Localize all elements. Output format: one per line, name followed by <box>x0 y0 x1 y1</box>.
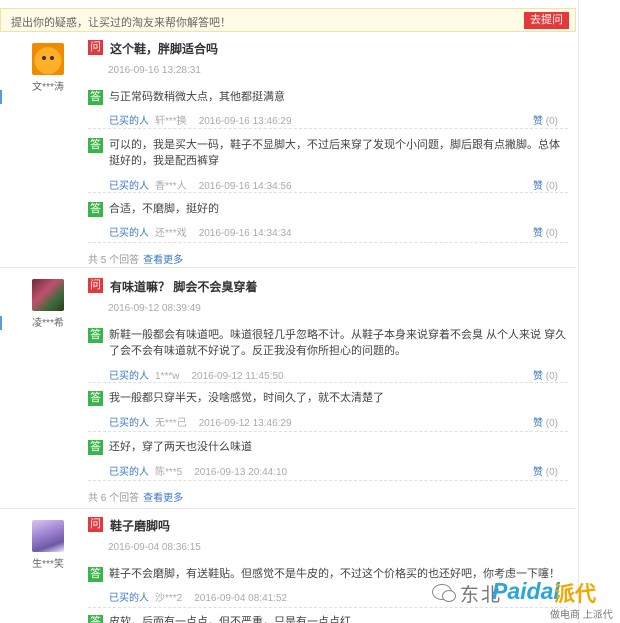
paidai-logo: Paidai <box>492 578 560 604</box>
answer-text: 合适，不磨脚，挺好的 <box>109 203 219 215</box>
question-text[interactable]: 鞋子磨脚吗 <box>110 517 170 534</box>
question-date: 2016-09-16 13:28:31 <box>108 65 201 76</box>
bought-label: 已买的人 <box>109 371 149 382</box>
wechat-icon <box>432 584 456 602</box>
answer-item: 答 还好，穿了两天也没什么味道 已买的人 陈***5 2016-09-13 20:4… <box>88 439 568 481</box>
bought-label: 已买的人 <box>109 116 149 127</box>
bought-label: 已买的人 <box>109 228 149 239</box>
answer-item: 答 合适，不磨脚，挺好的 已买的人 还***戏 2016-09-16 14:34:3… <box>88 201 568 243</box>
question-row: 问 有味道嘛？ 脚会不会臭穿着 <box>88 278 257 294</box>
answer-tag: 答 <box>88 328 103 343</box>
avatar[interactable] <box>32 279 64 311</box>
answerer-name: 轩***换 <box>155 116 187 127</box>
bought-label: 已买的人 <box>109 593 149 604</box>
answer-meta: 已买的人 无***己 2016-09-12 13:46:29 <box>109 414 292 429</box>
answer-tag: 答 <box>88 391 103 406</box>
question-block: 文***涛 问 这个鞋，胖脚适合吗 2016-09-16 13:28:31 答 … <box>0 33 576 268</box>
answerer-name: 香***人 <box>155 181 187 192</box>
question-tag: 问 <box>88 517 103 532</box>
answer-item: 答 与正常码数稍微大点，其他都挺满意 已买的人 轩***换 2016-09-16 1… <box>88 89 568 129</box>
answer-tag: 答 <box>88 202 103 217</box>
answer-item: 答 可以的，我是买大一码，鞋子不显脚大，不过后来穿了发现个小问题，脚后跟有点撇脚… <box>88 137 568 193</box>
like-count: (0) <box>545 467 558 478</box>
ask-question-button[interactable]: 去提问 <box>524 12 569 29</box>
answer-date: 2016-09-12 11:45:50 <box>191 371 284 382</box>
answer-date: 2016-09-16 13:46:29 <box>198 116 292 127</box>
answer-total: 共 5 个回答 查看更多 <box>88 251 183 266</box>
answer-text: 我一般都只穿半天，没啥感觉，时间久了，就不太清楚了 <box>109 392 384 404</box>
like-button[interactable]: 赞 (0) <box>533 224 558 239</box>
answer-text: 与正常码数稍微大点，其他都挺满意 <box>109 91 285 103</box>
question-text[interactable]: 这个鞋，胖脚适合吗 <box>110 40 218 57</box>
question-text[interactable]: 有味道嘛？ 脚会不会臭穿着 <box>110 278 257 295</box>
answer-tag: 答 <box>88 90 103 105</box>
answer-date: 2016-09-04 08:41:52 <box>194 593 288 604</box>
answer-meta: 已买的人 香***人 2016-09-16 14:34:56 <box>109 177 292 192</box>
asker: 凌***希 <box>26 279 70 329</box>
like-count: (0) <box>545 181 558 192</box>
avatar[interactable] <box>32 43 64 75</box>
ask-question-bar: 提出你的疑惑，让买过的淘友来帮你解答吧！ 去提问 <box>0 8 576 32</box>
question-tag: 问 <box>88 40 103 55</box>
answer-count: 共 6 个回答 <box>88 493 140 504</box>
paidai-watermark: 东北 Paidai 派代 做电商 上派代 <box>424 578 620 622</box>
answerer-name: 陈***5 <box>155 467 183 478</box>
answer-text: 新鞋一般都会有味道吧。味道很轻几乎忽略不计。从鞋子本身来说穿着不会臭 从个人来说… <box>109 329 567 357</box>
answer-count: 共 5 个回答 <box>88 255 140 266</box>
like-count: (0) <box>545 418 558 429</box>
like-button[interactable]: 赞 (0) <box>533 463 558 478</box>
like-count: (0) <box>545 228 558 239</box>
like-count: (0) <box>545 116 558 127</box>
question-row: 问 这个鞋，胖脚适合吗 <box>88 40 218 56</box>
like-button[interactable]: 赞 (0) <box>533 414 558 429</box>
answer-meta: 已买的人 陈***5 2016-09-13 20:44:10 <box>109 463 287 478</box>
question-row: 问 鞋子磨脚吗 <box>88 517 170 533</box>
answer-date: 2016-09-16 14:34:34 <box>198 228 292 239</box>
watermark-slogan: 做电商 上派代 <box>550 610 613 621</box>
answer-meta: 已买的人 还***戏 2016-09-16 14:34:34 <box>109 224 292 239</box>
answer-date: 2016-09-13 20:44:10 <box>194 467 288 478</box>
asker-name: 生***笑 <box>32 559 64 570</box>
like-button[interactable]: 赞 (0) <box>533 177 558 192</box>
question-date: 2016-09-04 08:36:15 <box>108 542 201 553</box>
view-more-link[interactable]: 查看更多 <box>143 255 183 266</box>
bought-label: 已买的人 <box>109 181 149 192</box>
asker: 生***笑 <box>26 520 70 570</box>
asker-name: 凌***希 <box>32 318 64 329</box>
like-button[interactable]: 赞 (0) <box>533 367 558 382</box>
answer-meta: 已买的人 轩***换 2016-09-16 13:46:29 <box>109 112 292 127</box>
avatar[interactable] <box>32 520 64 552</box>
answer-total: 共 6 个回答 查看更多 <box>88 489 183 504</box>
right-divider <box>578 0 579 623</box>
answer-meta: 已买的人 1***w 2016-09-12 11:45:50 <box>109 367 284 382</box>
answer-tag: 答 <box>88 440 103 455</box>
ask-prompt-text: 提出你的疑惑，让买过的淘友来帮你解答吧！ <box>11 17 231 29</box>
question-block: 凌***希 问 有味道嘛？ 脚会不会臭穿着 2016-09-12 08:39:4… <box>0 269 576 509</box>
asker: 文***涛 <box>26 43 70 93</box>
answer-meta: 已买的人 沙***2 2016-09-04 08:41:52 <box>109 589 287 604</box>
like-button[interactable]: 赞 (0) <box>533 112 558 127</box>
answerer-name: 沙***2 <box>155 593 183 604</box>
answer-item: 答 我一般都只穿半天，没啥感觉，时间久了，就不太清楚了 已买的人 无***己 201… <box>88 390 568 432</box>
answer-date: 2016-09-12 13:46:29 <box>198 418 292 429</box>
answer-date: 2016-09-16 14:34:56 <box>198 181 292 192</box>
bought-label: 已买的人 <box>109 418 149 429</box>
paidai-logo-cn: 派代 <box>554 583 596 606</box>
answerer-name: 还***戏 <box>155 228 187 239</box>
answer-tag: 答 <box>88 615 103 623</box>
answer-tag: 答 <box>88 138 103 153</box>
answer-tag: 答 <box>88 567 103 582</box>
asker-name: 文***涛 <box>32 82 64 93</box>
answer-text: 可以的，我是买大一码，鞋子不显脚大，不过后来穿了发现个小问题，脚后跟有点撇脚。总… <box>109 139 560 167</box>
view-more-link[interactable]: 查看更多 <box>143 493 183 504</box>
question-date: 2016-09-12 08:39:49 <box>108 303 201 314</box>
answerer-name: 无***己 <box>155 418 187 429</box>
answer-item: 答 新鞋一般都会有味道吧。味道很轻几乎忽略不计。从鞋子本身来说穿着不会臭 从个人… <box>88 327 568 383</box>
question-tag: 问 <box>88 278 103 293</box>
answerer-name: 1***w <box>155 371 180 382</box>
like-count: (0) <box>545 371 558 382</box>
bought-label: 已买的人 <box>109 467 149 478</box>
answer-text: 还好，穿了两天也没什么味道 <box>109 441 252 453</box>
